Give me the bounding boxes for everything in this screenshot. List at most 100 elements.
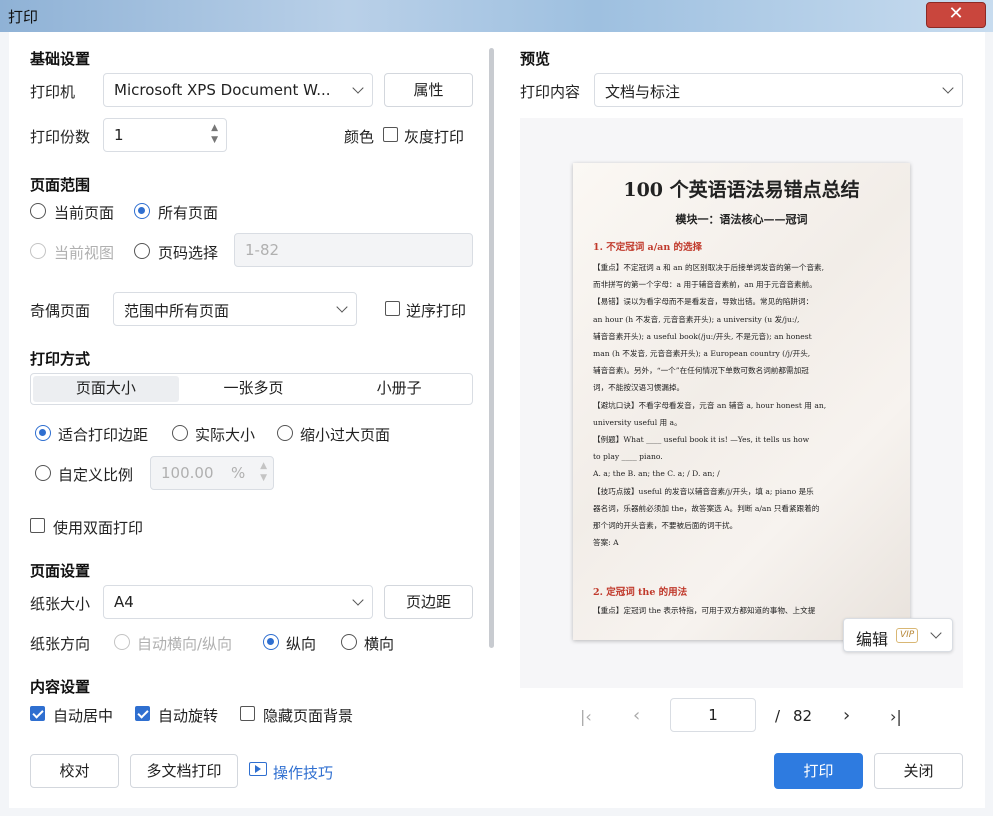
custom-scale-radio[interactable] — [35, 465, 51, 481]
auto-orient-label: 自动横向/纵向 — [137, 635, 233, 653]
all-pages-radio[interactable] — [134, 203, 150, 219]
vip-badge: VIP — [896, 628, 919, 643]
next-page-icon[interactable]: › — [843, 705, 850, 726]
grayscale-checkbox[interactable] — [383, 127, 398, 142]
paper-size-label: 纸张大小 — [30, 595, 91, 613]
portrait-label: 纵向 — [286, 635, 317, 653]
preview-heading: 预览 — [520, 50, 551, 68]
doc-subtitle: 模块一：语法核心——冠词 — [675, 213, 808, 226]
page-separator: / — [775, 707, 781, 725]
doc-line: 辅音音素)。另外，“一个”在任何情况下单数可数名词前都需加冠 — [593, 366, 809, 376]
scale-value: 100.00 — [161, 464, 214, 482]
current-page-radio[interactable] — [30, 203, 46, 219]
print-content-label: 打印内容 — [520, 83, 581, 101]
current-view-radio[interactable] — [30, 243, 46, 259]
content-settings-heading: 内容设置 — [30, 678, 91, 696]
tab-page-size[interactable]: 页面大小 — [33, 376, 179, 402]
close-icon: ✕ — [948, 3, 964, 24]
hide-bg-label: 隐藏页面背景 — [263, 707, 354, 725]
grayscale-label: 灰度打印 — [404, 128, 465, 146]
fit-margin-label: 适合打印边距 — [58, 426, 149, 444]
printer-label: 打印机 — [30, 83, 76, 101]
title-bar: 打印 ✕ — [0, 0, 993, 32]
copies-label: 打印份数 — [30, 128, 91, 146]
auto-rotate-checkbox[interactable] — [135, 706, 150, 721]
duplex-checkbox[interactable] — [30, 518, 45, 533]
chevron-down-icon — [352, 594, 364, 606]
chevron-down-icon — [352, 82, 364, 94]
tips-link[interactable]: 操作技巧 — [273, 762, 333, 783]
first-page-icon[interactable]: |‹ — [580, 707, 592, 726]
current-view-label: 当前视图 — [54, 244, 115, 262]
print-content-select[interactable]: 文档与标注 — [594, 73, 963, 107]
print-button[interactable]: 打印 — [774, 753, 863, 789]
page-range-placeholder: 1-82 — [245, 241, 280, 259]
doc-heading-2: 2. 定冠词 the 的用法 — [593, 587, 688, 598]
basic-settings-heading: 基础设置 — [30, 50, 91, 68]
odd-even-select[interactable]: 范围中所有页面 — [113, 292, 357, 326]
panel-splitter[interactable] — [489, 48, 494, 648]
print-method-tabs: 页面大小 一张多页 小册子 — [30, 373, 473, 405]
landscape-radio[interactable] — [341, 634, 357, 650]
tab-booklet[interactable]: 小册子 — [326, 374, 472, 404]
paper-size-select[interactable]: A4 — [103, 585, 373, 619]
doc-line: 【例题】What ____ useful book it is! —Yes, i… — [593, 435, 810, 445]
last-page-icon[interactable]: ›| — [890, 707, 902, 726]
page-total: 82 — [793, 707, 813, 725]
chevron-down-icon — [942, 82, 954, 94]
doc-line: university useful 用 a。 — [593, 417, 682, 427]
auto-orient-radio[interactable] — [114, 634, 130, 650]
print-content-value: 文档与标注 — [605, 83, 681, 101]
color-label: 颜色 — [344, 128, 375, 146]
shrink-large-label: 缩小过大页面 — [300, 426, 391, 444]
reverse-checkbox[interactable] — [385, 301, 400, 316]
doc-line: an hour (h 不发音, 元音音素开头); a university (u… — [593, 314, 800, 324]
doc-line: 【避坑口诀】不看字母看发音，元音 an 辅音 a, hour honest 用 … — [593, 400, 827, 410]
prev-page-icon[interactable]: ‹ — [633, 705, 640, 726]
doc-body: 【重点】不定冠词 a 和 an 的区别取决于后接单词发音的第一个音素, 而非拼写… — [593, 259, 897, 551]
doc-line: to play ____ piano. — [593, 452, 663, 462]
actual-size-radio[interactable] — [172, 425, 188, 441]
doc-line: A. a; the B. an; the C. a; / D. an; / — [593, 469, 720, 479]
edit-button[interactable]: 编辑 VIP — [843, 618, 953, 652]
odd-even-label: 奇偶页面 — [30, 302, 91, 320]
portrait-radio[interactable] — [263, 634, 279, 650]
hide-bg-checkbox[interactable] — [240, 706, 255, 721]
doc-line: 那个词的开头音素，不要被后面的词干扰。 — [593, 521, 738, 531]
stepper-arrows-icon[interactable]: ▲ ▼ — [260, 460, 267, 484]
odd-even-value: 范围中所有页面 — [124, 302, 230, 320]
auto-center-checkbox[interactable] — [30, 706, 45, 721]
page-range-input[interactable]: 1-82 — [234, 233, 473, 267]
stepper-arrows-icon[interactable]: ▲ ▼ — [211, 122, 218, 146]
doc-line: 【技巧点拨】useful 的发音以辅音音素/j/开头，填 a; piano 是乐 — [593, 486, 814, 496]
all-pages-label: 所有页面 — [158, 204, 219, 222]
tab-multi-page[interactable]: 一张多页 — [181, 374, 327, 404]
scale-input[interactable]: 100.00 % ▲ ▼ — [150, 456, 274, 490]
page-current: 1 — [708, 706, 718, 724]
page-select-radio[interactable] — [134, 243, 150, 259]
page-setup-heading: 页面设置 — [30, 562, 91, 580]
doc-line: 【重点】定冠词 the 表示特指，可用于双方都知道的事物、上文提 — [593, 606, 816, 615]
margins-button[interactable]: 页边距 — [384, 585, 473, 619]
auto-rotate-label: 自动旋转 — [158, 707, 219, 725]
preview-page: 100 个英语语法易错点总结 模块一：语法核心——冠词 1. 不定冠词 a/an… — [573, 163, 910, 640]
close-button[interactable]: 关闭 — [874, 753, 963, 789]
page-range-heading: 页面范围 — [30, 176, 91, 194]
auto-center-label: 自动居中 — [53, 707, 114, 725]
doc-line: 辅音音素开头); a useful book(/ju:/开头, 不是元音); a… — [593, 331, 812, 341]
proof-button[interactable]: 校对 — [30, 754, 119, 788]
custom-scale-label: 自定义比例 — [58, 466, 134, 484]
doc-line: man (h 不发音, 元音音素开头); a European country … — [593, 349, 811, 359]
copies-stepper[interactable]: 1 ▲ ▼ — [103, 118, 227, 152]
multi-doc-print-button[interactable]: 多文档打印 — [130, 754, 238, 788]
printer-select[interactable]: Microsoft XPS Document W... — [103, 73, 373, 107]
window-close-button[interactable]: ✕ — [926, 2, 986, 28]
properties-button[interactable]: 属性 — [384, 73, 473, 107]
window-title: 打印 — [8, 8, 39, 26]
chevron-down-icon — [930, 627, 942, 639]
fit-margin-radio[interactable] — [35, 425, 51, 441]
page-number-input[interactable]: 1 — [670, 698, 756, 732]
shrink-large-radio[interactable] — [277, 425, 293, 441]
printer-value: Microsoft XPS Document W... — [114, 81, 331, 99]
scale-unit: % — [231, 464, 246, 482]
